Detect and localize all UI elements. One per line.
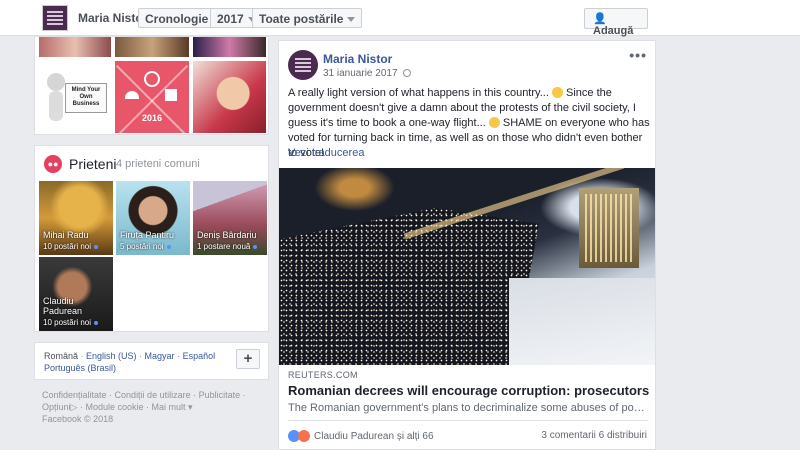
friend-name[interactable]: Mihai Radu	[43, 230, 89, 240]
friend-posts: 5 postări noi	[120, 242, 171, 251]
friend-tile[interactable]: Claudiu Padurean 10 postări noi	[39, 257, 113, 331]
language-selector-card: Română · English (US) · Magyar · Español…	[34, 342, 269, 380]
reactions-summary[interactable]: Claudiu Padurean și alți 66	[288, 430, 434, 442]
language-option[interactable]: Português (Brasil)	[44, 363, 116, 373]
current-language: Română	[44, 351, 79, 361]
post-author-name[interactable]: Maria Nistor	[323, 52, 392, 66]
footer-link[interactable]: Publicitate	[199, 390, 241, 400]
more-languages-button[interactable]: +	[236, 349, 260, 369]
friend-posts: 10 postări noi	[43, 242, 98, 251]
friend-tile[interactable]: Firuța Pantiru 5 postări noi	[116, 181, 190, 255]
sad-emoji-icon	[488, 117, 500, 128]
friend-posts: 1 postare nouă	[197, 242, 257, 251]
link-source: REUTERS.COM	[288, 370, 358, 380]
footer-link[interactable]: Opțiuni	[42, 402, 71, 412]
add-user-icon: 👤	[593, 13, 607, 25]
footer-links-row2: Opțiuni▷ · Module cookie · Mai mult ▾	[42, 402, 193, 412]
post-date: 31 ianuarie 2017	[323, 68, 411, 79]
mutual-friends-count[interactable]: 4 prieteni comuni	[116, 158, 200, 170]
profile-thumbnail[interactable]	[42, 5, 68, 31]
more-dropdown-icon[interactable]: ▾	[188, 402, 193, 412]
footer-copyright: Facebook © 2018	[42, 414, 114, 424]
footer-link[interactable]: Mai mult	[152, 402, 186, 412]
friend-tile[interactable]: Deniș Bârdariu 1 postare nouă	[193, 181, 267, 255]
link-preview-image[interactable]	[279, 168, 655, 365]
year-tile-text: 2016	[141, 113, 163, 123]
post-counts: 3 comentarii 6 distribuiri	[541, 430, 647, 441]
post-author-avatar[interactable]	[288, 50, 318, 80]
sad-emoji-icon	[551, 87, 563, 98]
footer-links-row1: Confidențialitate · Condiții de utilizar…	[42, 390, 246, 400]
photo-thumbnail[interactable]: 2016	[115, 61, 189, 133]
profile-name-link[interactable]: Maria Nistor	[78, 11, 147, 25]
friends-card: ●● Prieteni 4 prieteni comuni Mihai Radu…	[34, 145, 269, 332]
friend-name[interactable]: Firuța Pantiru	[120, 230, 174, 240]
footer-link[interactable]: Condiții de utilizare	[115, 390, 191, 400]
profile-top-bar: Maria Nistor Cronologie 2017 Toate postă…	[0, 0, 800, 37]
friend-posts: 10 postări noi	[43, 318, 98, 327]
footer-link[interactable]: Module cookie	[85, 402, 143, 412]
photo-thumbnail[interactable]	[115, 37, 189, 57]
link-description: The Romanian government's plans to decri…	[288, 402, 650, 414]
posts-filter-dropdown[interactable]: Toate postările	[252, 8, 363, 28]
friends-icon: ●●	[44, 155, 62, 173]
post-date-link[interactable]: 31 ianuarie 2017	[323, 68, 398, 79]
friend-tile[interactable]: Mihai Radu 10 postări noi	[39, 181, 113, 255]
language-option[interactable]: Magyar	[145, 351, 175, 361]
post-options-icon[interactable]: •••	[629, 47, 647, 63]
see-translation-link[interactable]: Vezi traducerea	[288, 147, 364, 159]
language-option[interactable]: Español	[183, 351, 216, 361]
mind-your-business-sign: Mind Your Own Business	[65, 83, 107, 113]
friend-name[interactable]: Claudiu Padurean	[43, 296, 103, 316]
footer-link[interactable]: Confidențialitate	[42, 390, 107, 400]
divider	[288, 420, 648, 421]
photo-thumbnail[interactable]	[193, 37, 266, 57]
link-headline[interactable]: Romanian decrees will encourage corrupti…	[288, 383, 650, 398]
photo-thumbnail[interactable]	[193, 61, 266, 133]
photo-thumbnail[interactable]	[39, 37, 111, 57]
photos-card: Mind Your Own Business 2016	[34, 36, 269, 135]
add-friend-button[interactable]: 👤Adaugă	[584, 8, 648, 37]
wow-reaction-icon	[298, 430, 310, 442]
ad-choices-icon[interactable]: ▷	[71, 402, 78, 412]
language-option[interactable]: English (US)	[86, 351, 137, 361]
photo-thumbnail[interactable]: Mind Your Own Business	[39, 61, 111, 133]
comments-count[interactable]: 3 comentarii	[541, 430, 595, 441]
shares-count[interactable]: 6 distribuiri	[599, 430, 647, 441]
friend-name[interactable]: Deniș Bârdariu	[197, 230, 257, 240]
timeline-post: Maria Nistor 31 ianuarie 2017 ••• A real…	[278, 40, 656, 450]
friends-title[interactable]: Prieteni	[69, 156, 116, 172]
public-globe-icon	[402, 69, 411, 77]
